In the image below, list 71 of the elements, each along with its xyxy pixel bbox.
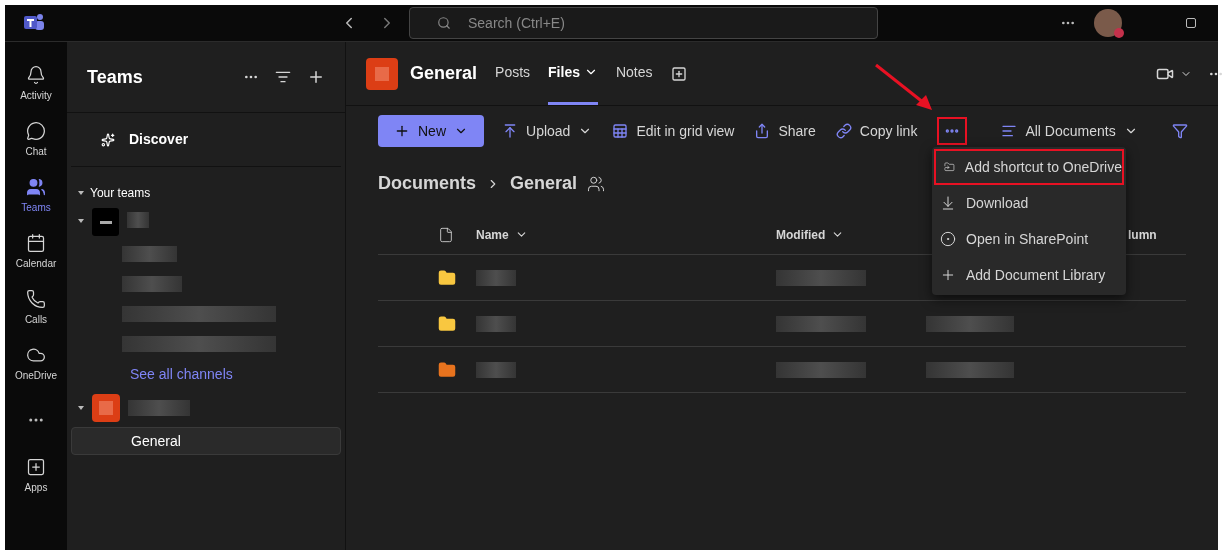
blurred-text xyxy=(122,276,182,292)
menu-item[interactable]: Download xyxy=(932,185,1126,221)
rail-item[interactable]: Teams xyxy=(7,168,65,224)
rail-item[interactable]: Activity xyxy=(7,56,65,112)
column-header[interactable]: lumn xyxy=(1128,225,1157,244)
maximize-icon[interactable] xyxy=(1186,18,1196,28)
phone-icon xyxy=(26,289,46,309)
list-icon xyxy=(1001,123,1018,139)
sparkle-icon xyxy=(101,132,115,147)
blurred-text xyxy=(476,269,516,286)
blurred-text xyxy=(122,246,177,262)
breadcrumb-item[interactable]: Documents xyxy=(378,170,476,197)
menu-item[interactable]: Open in SharePoint xyxy=(932,221,1126,257)
upload-icon xyxy=(502,123,518,139)
blurred-text xyxy=(127,212,149,228)
panel-title: Teams xyxy=(87,65,144,89)
add-icon[interactable] xyxy=(307,68,325,86)
breadcrumb-item[interactable]: General xyxy=(510,170,578,197)
toolbar-button[interactable]: Share xyxy=(754,120,816,142)
file-type-icon xyxy=(438,226,454,243)
caret-icon[interactable] xyxy=(78,406,84,410)
plus-square-icon xyxy=(26,457,46,477)
rail-item[interactable]: OneDrive xyxy=(7,336,65,392)
section-label: Your teams xyxy=(90,185,151,202)
new-button[interactable]: New xyxy=(378,115,484,147)
blurred-text xyxy=(476,361,516,378)
toolbar-button[interactable]: Copy link xyxy=(835,120,918,142)
tab[interactable]: Posts xyxy=(495,42,531,105)
share-icon xyxy=(754,123,771,139)
avatar[interactable] xyxy=(1094,9,1122,37)
people-icon[interactable] xyxy=(587,174,606,193)
toolbar-button[interactable]: Edit in grid view xyxy=(612,120,735,142)
grid-icon xyxy=(612,123,629,139)
channel-item[interactable]: General xyxy=(71,427,341,455)
tab[interactable]: Notes xyxy=(615,42,653,105)
add-tab-icon[interactable] xyxy=(670,65,687,82)
menu-item[interactable]: Add Document Library xyxy=(932,257,1126,293)
rail-item[interactable]: Calls xyxy=(7,280,65,336)
team-avatar xyxy=(92,394,120,422)
tab[interactable]: Files xyxy=(548,42,598,105)
circle-icon xyxy=(940,231,956,247)
blurred-text xyxy=(128,400,190,416)
filter-icon[interactable] xyxy=(275,69,291,85)
plus-icon xyxy=(394,123,410,139)
chat-bubble-icon xyxy=(26,121,46,141)
annotation-arrow xyxy=(874,63,934,113)
see-all-channels-link[interactable]: See all channels xyxy=(67,364,345,385)
plus-icon xyxy=(940,267,956,283)
discover-item[interactable]: Discover xyxy=(71,113,341,167)
more-button[interactable] xyxy=(937,117,968,145)
blurred-text xyxy=(476,315,516,332)
caret-icon[interactable] xyxy=(78,191,84,195)
rail-item[interactable]: Chat xyxy=(7,112,65,168)
team-avatar xyxy=(92,208,119,236)
toolbar-button[interactable]: Upload xyxy=(502,120,593,142)
column-header[interactable]: Name xyxy=(476,225,776,244)
people-icon xyxy=(26,177,46,197)
rail-item[interactable]: Apps xyxy=(7,448,65,504)
toolbar-button[interactable]: All Documents xyxy=(1001,120,1138,142)
download-icon xyxy=(940,195,956,211)
search-icon xyxy=(437,16,451,30)
rail-item[interactable]: Calendar xyxy=(7,224,65,280)
channel-avatar xyxy=(366,57,398,90)
calendar-icon xyxy=(26,233,46,253)
channel-title: General xyxy=(410,62,478,85)
bell-icon xyxy=(26,65,46,85)
search-field[interactable]: Search (Ctrl+E) xyxy=(409,7,878,39)
filter-icon[interactable] xyxy=(1171,123,1188,139)
link-icon xyxy=(835,123,852,139)
menu-item[interactable]: Add shortcut to OneDrive xyxy=(934,149,1124,185)
caret-icon[interactable] xyxy=(78,219,84,223)
